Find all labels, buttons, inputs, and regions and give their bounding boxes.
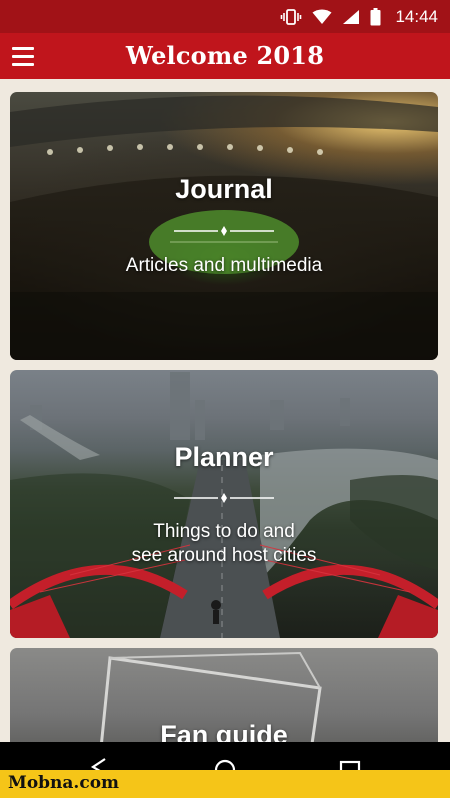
card-subtitle: Articles and multimedia [125,255,323,276]
city-bridge-image [10,372,438,638]
divider-ornament [174,226,274,236]
card-subtitle: Things to do and see around host cities [131,521,317,566]
navigation-bar [0,742,450,774]
card-list[interactable]: Journal Articles and multimedia Planner … [0,79,450,742]
page-title: Welcome 2018 [125,41,325,70]
card-title: Planner [174,442,274,472]
watermark-banner: Mobna.com [0,770,450,798]
signal-icon [342,9,360,25]
watermark-text: Mobna.com [8,773,120,793]
card-title: Fan guide [160,720,288,742]
card-title: Journal [175,174,273,204]
status-time: 14:44 [395,6,438,26]
planner-card[interactable]: Planner Things to do and see around host… [10,370,438,638]
vibrate-icon [280,8,302,25]
journal-card[interactable]: Journal Articles and multimedia [10,92,438,360]
app-bar: Welcome 2018 [0,33,450,79]
status-bar: 14:44 [0,0,450,33]
divider-ornament [174,493,274,503]
fan-guide-card[interactable]: Fan guide [10,648,438,742]
wifi-icon [312,9,332,25]
battery-icon [370,7,381,26]
